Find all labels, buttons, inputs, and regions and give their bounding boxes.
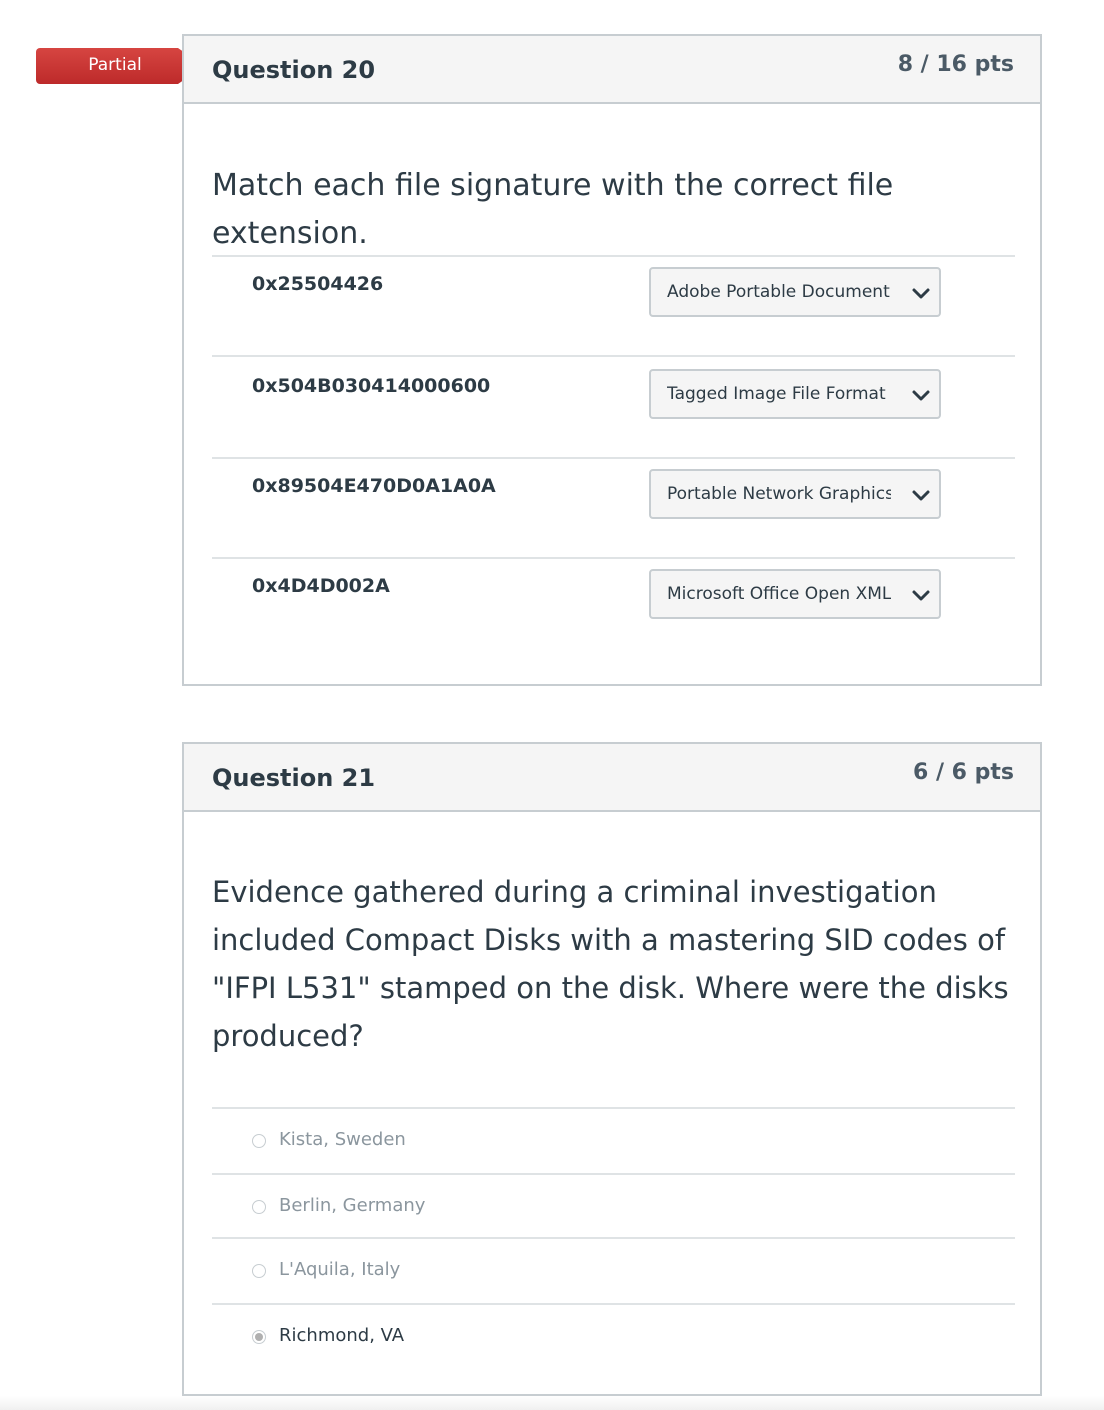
- file-signature: 0x504B030414000600: [252, 375, 491, 397]
- prompt-line: produced?: [212, 1019, 364, 1053]
- match-row: 0x504B030414000600 Tagged Image File For…: [212, 355, 1015, 459]
- answer-option-label: L'Aquila, Italy: [279, 1259, 401, 1280]
- file-signature: 0x89504E470D0A1A0A: [252, 475, 496, 497]
- question-20-header: Question 20 8 / 16 pts: [184, 36, 1040, 104]
- extension-select[interactable]: Portable Network Graphics: [649, 469, 941, 519]
- answer-option[interactable]: Kista, Sweden: [212, 1107, 1015, 1175]
- radio-button[interactable]: [252, 1264, 266, 1278]
- chevron-down-icon: [912, 390, 930, 401]
- prompt-line: included Compact Disks with a mastering …: [212, 923, 1006, 957]
- chevron-down-icon: [912, 590, 930, 601]
- answer-option-label: Richmond, VA: [279, 1325, 405, 1346]
- prompt-line: "IFPI L531" stamped on the disk. Where w…: [212, 971, 1009, 1005]
- partial-badge-label: Partial: [88, 55, 142, 75]
- extension-select-value: Microsoft Office Open XML Format: [667, 584, 891, 604]
- extension-select-value: Tagged Image File Format: [667, 384, 886, 404]
- page-bottom-fade: [0, 1396, 1104, 1410]
- question-20: Question 20 8 / 16 pts Match each file s…: [182, 34, 1042, 686]
- question-21: Question 21 6 / 6 pts Evidence gathered …: [182, 742, 1042, 1396]
- partial-badge: Partial: [36, 48, 204, 84]
- answer-option[interactable]: Berlin, Germany: [212, 1173, 1015, 1239]
- question-21-prompt: Evidence gathered during a criminal inve…: [212, 868, 1012, 1060]
- extension-select[interactable]: Tagged Image File Format: [649, 369, 941, 419]
- extension-select[interactable]: Adobe Portable Document Format: [649, 267, 941, 317]
- question-21-points: 6 / 6 pts: [913, 760, 1014, 785]
- question-21-title: Question 21: [212, 764, 376, 792]
- prompt-line: Evidence gathered during a criminal inve…: [212, 875, 937, 909]
- extension-select-value: Adobe Portable Document Format: [667, 282, 891, 302]
- match-row: 0x4D4D002A Microsoft Office Open XML For…: [212, 557, 1015, 659]
- answer-option-selected[interactable]: Richmond, VA: [212, 1303, 1015, 1371]
- radio-button-selected[interactable]: [252, 1330, 266, 1344]
- match-row: 0x89504E470D0A1A0A Portable Network Grap…: [212, 457, 1015, 559]
- radio-button[interactable]: [252, 1200, 266, 1214]
- question-21-header: Question 21 6 / 6 pts: [184, 744, 1040, 812]
- answer-option[interactable]: L'Aquila, Italy: [212, 1237, 1015, 1305]
- extension-select-value: Portable Network Graphics: [667, 484, 891, 504]
- chevron-down-icon: [912, 288, 930, 299]
- match-row: 0x25504426 Adobe Portable Document Forma…: [212, 255, 1015, 357]
- file-signature: 0x4D4D002A: [252, 575, 390, 597]
- question-20-title: Question 20: [212, 56, 376, 84]
- question-20-points: 8 / 16 pts: [897, 52, 1014, 77]
- file-signature: 0x25504426: [252, 273, 384, 295]
- answer-option-label: Berlin, Germany: [279, 1195, 426, 1216]
- answer-option-label: Kista, Sweden: [279, 1129, 406, 1150]
- question-20-prompt: Match each file signature with the corre…: [212, 168, 894, 251]
- chevron-down-icon: [912, 490, 930, 501]
- radio-button[interactable]: [252, 1134, 266, 1148]
- extension-select[interactable]: Microsoft Office Open XML Format: [649, 569, 941, 619]
